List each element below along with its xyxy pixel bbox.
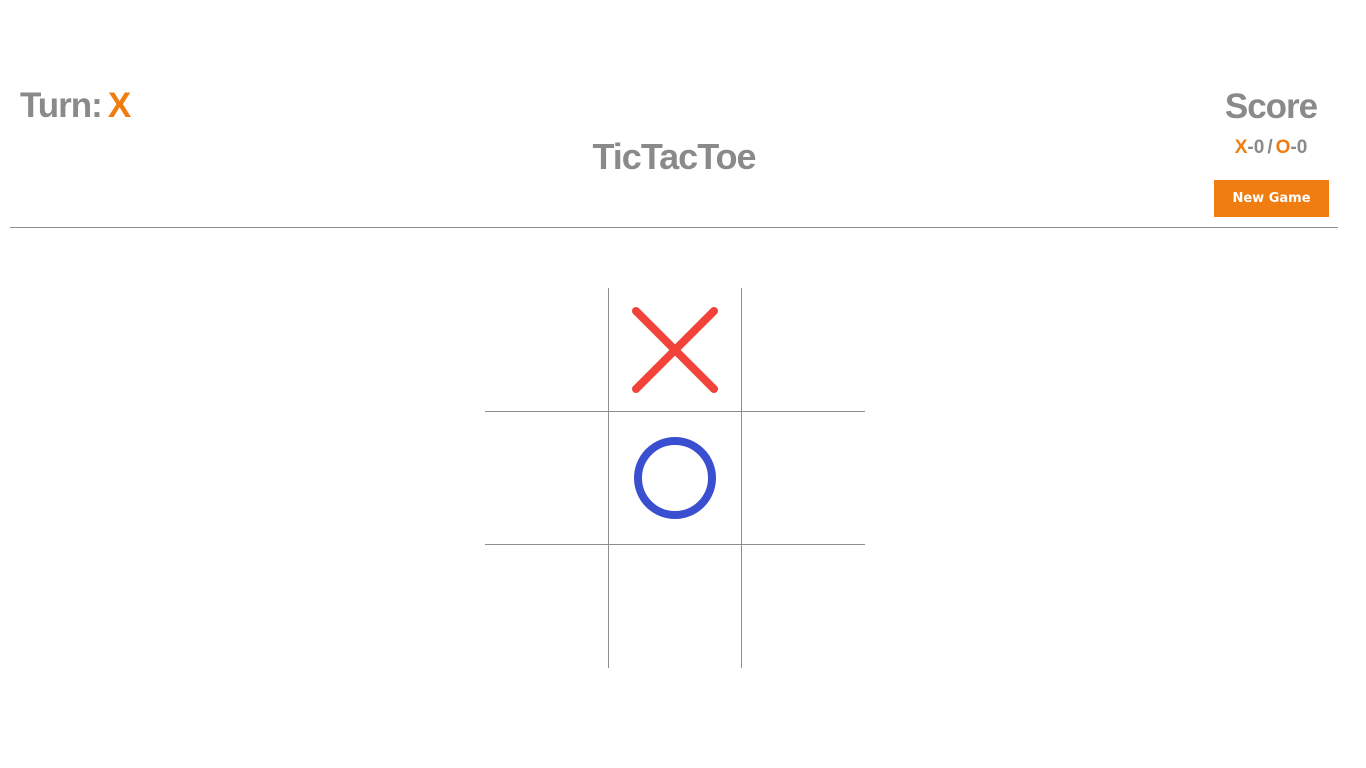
page-title: TicTacToe: [592, 136, 756, 177]
turn-label: Turn:: [20, 86, 103, 125]
game-board: [485, 288, 865, 668]
score-o-value: -0: [1290, 137, 1308, 158]
header-divider: [10, 227, 1338, 228]
o-mark-icon: [634, 437, 716, 519]
board-cell-5[interactable]: [609, 412, 741, 544]
game-page: Turn: X TicTacToe Score X-0/O-0 New Game: [0, 0, 1366, 768]
board-cell-1[interactable]: [485, 288, 608, 411]
board-cell-4[interactable]: [485, 412, 608, 544]
score-panel: Score X-0/O-0: [1212, 86, 1330, 159]
board-cell-3[interactable]: [742, 288, 865, 411]
turn-value: X: [107, 86, 131, 125]
score-separator: /: [1267, 137, 1273, 158]
board-cell-2[interactable]: [609, 288, 741, 411]
score-o-label: O: [1275, 137, 1291, 158]
new-game-button[interactable]: New Game: [1214, 180, 1329, 217]
score-x-label: X: [1234, 137, 1248, 158]
board-cell-8[interactable]: [609, 545, 741, 668]
x-mark-icon: [632, 306, 718, 393]
board-cell-6[interactable]: [742, 412, 865, 544]
score-title: Score: [1224, 87, 1318, 126]
board-cell-7[interactable]: [485, 545, 608, 668]
turn-indicator: Turn: X: [20, 86, 131, 126]
score-x-value: -0: [1247, 137, 1265, 158]
score-line: X-0/O-0: [1212, 137, 1330, 159]
board-cell-9[interactable]: [742, 545, 865, 668]
